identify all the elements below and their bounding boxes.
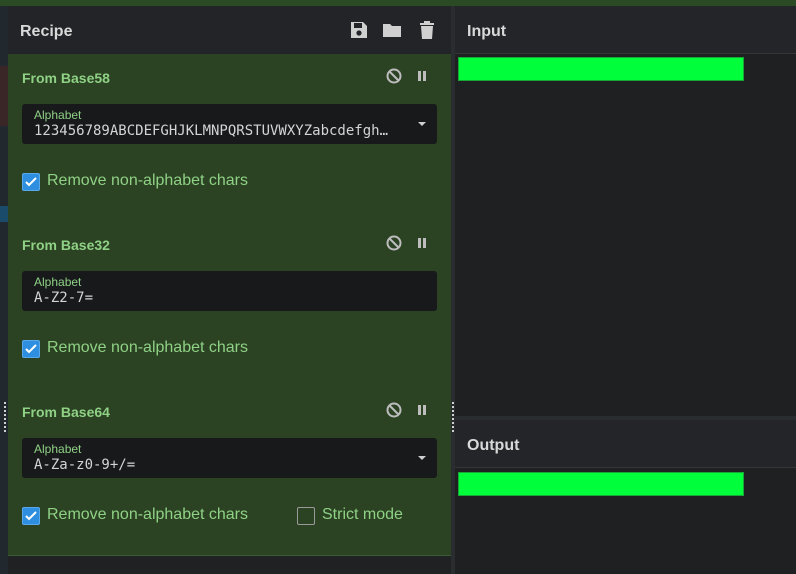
- strict-mode-label: Strict mode: [322, 506, 403, 523]
- input-title: Input: [467, 23, 507, 40]
- remove-non-alphabet-checkbox[interactable]: [22, 173, 40, 191]
- remove-non-alphabet-checkbox[interactable]: [22, 507, 40, 525]
- alphabet-value[interactable]: A-Z2-7=: [34, 290, 394, 306]
- input-pane[interactable]: Input: [455, 6, 796, 416]
- alphabet-field[interactable]: Alphabet A-Za-z0-9+/=: [22, 438, 437, 478]
- alphabet-value[interactable]: A-Za-z0-9+/=: [34, 457, 394, 473]
- disable-icon[interactable]: [385, 67, 403, 85]
- field-label: Alphabet: [34, 108, 82, 122]
- chevron-down-icon[interactable]: [418, 456, 426, 460]
- checkbox-label: Remove non-alphabet chars: [47, 172, 249, 189]
- save-icon[interactable]: [348, 19, 370, 41]
- output-header: Output: [455, 420, 796, 468]
- operation-from-base58: From Base58 Alphabet 123456789ABCDEFGHJK…: [8, 54, 451, 222]
- field-label: Alphabet: [34, 275, 82, 289]
- operation-from-base64: From Base64 Alphabet A-Za-z0-9+/= Remove…: [8, 388, 451, 556]
- strict-mode-checkbox[interactable]: [297, 507, 315, 525]
- operation-title: From Base58: [22, 70, 110, 86]
- input-highlight-bar: [458, 57, 744, 81]
- disable-icon[interactable]: [385, 401, 403, 419]
- remove-non-alphabet-checkbox[interactable]: [22, 340, 40, 358]
- pause-icon[interactable]: [413, 401, 431, 419]
- alphabet-value[interactable]: 123456789ABCDEFGHJKLMNPQRSTUVWXYZabcdefg…: [34, 123, 394, 139]
- output-pane[interactable]: Output: [455, 420, 796, 574]
- folder-icon[interactable]: [381, 19, 403, 41]
- recipe-panel: Recipe From Base58 Alphabet 123456789ABC…: [8, 6, 451, 574]
- output-highlight-bar: [458, 472, 744, 496]
- left-edge-segment: [0, 206, 8, 222]
- recipe-title: Recipe: [20, 23, 73, 40]
- pause-icon[interactable]: [413, 67, 431, 85]
- alphabet-field[interactable]: Alphabet 123456789ABCDEFGHJKLMNPQRSTUVWX…: [22, 104, 437, 144]
- checkbox-label: Remove non-alphabet chars: [47, 339, 249, 356]
- alphabet-field[interactable]: Alphabet A-Z2-7=: [22, 271, 437, 311]
- operation-from-base32: From Base32 Alphabet A-Z2-7= Remove non-…: [8, 221, 451, 389]
- disable-icon[interactable]: [385, 234, 403, 252]
- input-header: Input: [455, 6, 796, 54]
- output-title: Output: [467, 437, 520, 454]
- left-edge-panel: [0, 6, 8, 574]
- operation-title: From Base64: [22, 404, 110, 420]
- checkbox-label: Remove non-alphabet chars: [47, 506, 249, 523]
- chevron-down-icon[interactable]: [418, 122, 426, 126]
- left-edge-segment: [0, 66, 8, 126]
- trash-icon[interactable]: [416, 19, 438, 41]
- operation-title: From Base32: [22, 237, 110, 253]
- recipe-header: Recipe: [8, 6, 451, 55]
- drag-handle[interactable]: [4, 402, 8, 432]
- pause-icon[interactable]: [413, 234, 431, 252]
- field-label: Alphabet: [34, 442, 82, 456]
